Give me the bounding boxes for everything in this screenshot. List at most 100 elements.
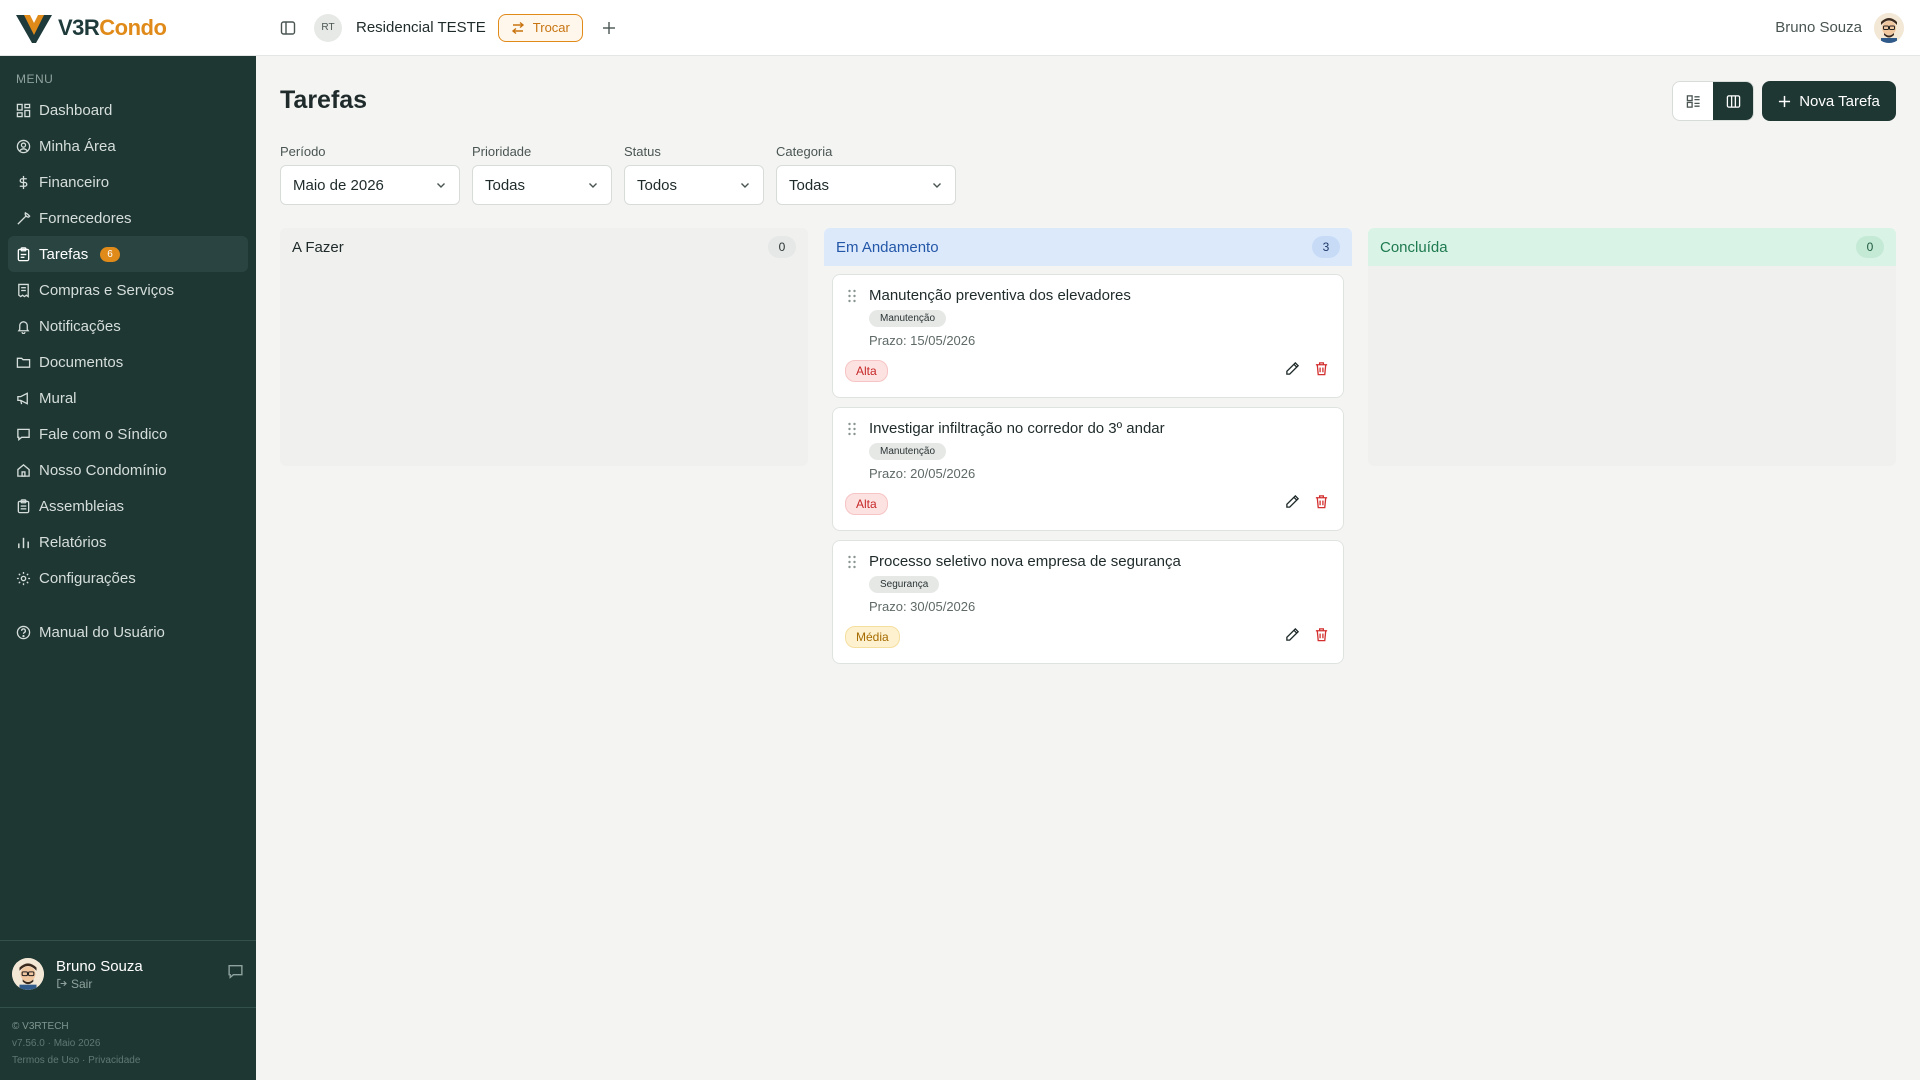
- status-filter: Status Todos: [624, 144, 764, 205]
- menu-title: MENU: [16, 72, 54, 86]
- task-card[interactable]: Investigar infiltração no corredor do 3º…: [832, 407, 1344, 531]
- user-avatar[interactable]: [1874, 12, 1904, 43]
- kanban-column-done: Concluída 0: [1368, 228, 1896, 466]
- kanban-view-button[interactable]: [1713, 82, 1753, 120]
- nav-spacer: [0, 596, 256, 614]
- sidebar-item-label: Assembleias: [39, 497, 125, 515]
- app-logo[interactable]: V3RCondo: [0, 0, 256, 56]
- list-view-button[interactable]: [1673, 82, 1713, 120]
- sidebar-item-label: Relatórios: [39, 533, 107, 551]
- user-circle-icon: [16, 139, 31, 153]
- message-icon: [228, 964, 243, 979]
- period-select[interactable]: Maio de 2026: [280, 165, 460, 205]
- edit-task-button[interactable]: [1285, 494, 1300, 509]
- sidebar-item-label: Tarefas: [39, 245, 89, 263]
- sidebar-chat-button[interactable]: [227, 963, 244, 985]
- logo-text-part2: Condo: [99, 14, 167, 40]
- filters-bar: Período Maio de 2026 Prioridade Todas St…: [280, 144, 956, 205]
- status-select[interactable]: Todos: [624, 165, 764, 205]
- delete-task-button[interactable]: [1314, 494, 1329, 509]
- sidebar-item-minha-area[interactable]: Minha Área: [8, 128, 248, 164]
- sidebar-item-manual[interactable]: Manual do Usuário: [8, 614, 248, 650]
- sidebar-item-fale-sindico[interactable]: Fale com o Síndico: [8, 416, 248, 452]
- new-task-label: Nova Tarefa: [1799, 92, 1880, 110]
- drag-handle-icon[interactable]: [847, 289, 857, 308]
- bell-icon: [17, 320, 30, 334]
- kanban-column-in-progress: Em Andamento 3 Manutenção preventiva dos…: [824, 228, 1352, 672]
- column-dropzone[interactable]: Manutenção preventiva dos elevadores Man…: [824, 266, 1352, 672]
- sidebar-user-panel: Bruno Souza Sair: [0, 940, 256, 1008]
- header-user-name[interactable]: Bruno Souza: [1775, 19, 1862, 36]
- drag-handle-icon[interactable]: [847, 555, 857, 574]
- help-circle-icon: [16, 625, 31, 639]
- task-actions: [1285, 361, 1329, 376]
- priority-select[interactable]: Todas: [472, 165, 612, 205]
- sidebar-panel-icon: [280, 20, 296, 35]
- sidebar-item-configuracoes[interactable]: Configurações: [8, 560, 248, 596]
- condo-name: Residencial TESTE: [356, 19, 486, 36]
- grip-dots-icon: [848, 555, 856, 569]
- sidebar-footer: © V3RTECH v7.56.0 · Maio 2026 Termos de …: [12, 1018, 140, 1069]
- edit-task-button[interactable]: [1285, 361, 1300, 376]
- task-deadline: Prazo: 30/05/2026: [869, 599, 976, 614]
- delete-task-button[interactable]: [1314, 361, 1329, 376]
- sidebar-item-dashboard[interactable]: Dashboard: [8, 92, 248, 128]
- sidebar-item-fornecedores[interactable]: Fornecedores: [8, 200, 248, 236]
- task-card[interactable]: Manutenção preventiva dos elevadores Man…: [832, 274, 1344, 398]
- drag-handle-icon[interactable]: [847, 422, 857, 441]
- switch-condo-button[interactable]: Trocar: [497, 13, 583, 42]
- gear-icon: [16, 571, 31, 585]
- sidebar-item-label: Documentos: [39, 353, 124, 371]
- dollar-icon: [19, 175, 28, 189]
- plus-icon: [1779, 95, 1791, 107]
- status-select-value: Todos: [637, 176, 678, 194]
- pencil-icon: [1286, 494, 1300, 508]
- sidebar-item-mural[interactable]: Mural: [8, 380, 248, 416]
- task-actions: [1285, 627, 1329, 642]
- pencil-icon: [1286, 627, 1300, 641]
- edit-task-button[interactable]: [1285, 627, 1300, 642]
- toggle-sidebar-button[interactable]: [274, 14, 302, 42]
- column-dropzone[interactable]: [280, 266, 808, 466]
- priority-filter: Prioridade Todas: [472, 144, 612, 205]
- sidebar-item-documentos[interactable]: Documentos: [8, 344, 248, 380]
- status-filter-label: Status: [624, 144, 661, 159]
- sidebar-item-compras[interactable]: Compras e Serviços: [8, 272, 248, 308]
- tasks-count-badge: 6: [100, 246, 120, 262]
- new-task-button[interactable]: Nova Tarefa: [1762, 81, 1896, 121]
- swap-arrows-icon: [511, 21, 524, 34]
- legal-links: Termos de Uso · Privacidade: [12, 1052, 140, 1069]
- trash-icon: [1315, 362, 1328, 376]
- condo-avatar: RT: [314, 13, 342, 42]
- avatar-face-icon: [12, 958, 44, 990]
- grip-dots-icon: [848, 289, 856, 303]
- column-header: A Fazer 0: [280, 228, 808, 266]
- sidebar-item-tarefas[interactable]: Tarefas 6: [8, 236, 248, 272]
- task-card[interactable]: Processo seletivo nova empresa de segura…: [832, 540, 1344, 664]
- category-select[interactable]: Todas: [776, 165, 956, 205]
- delete-task-button[interactable]: [1314, 627, 1329, 642]
- kanban-view-icon: [1726, 94, 1740, 108]
- clipboard-list-icon: [17, 498, 30, 513]
- column-title: Concluída: [1380, 238, 1448, 256]
- sidebar-item-relatorios[interactable]: Relatórios: [8, 524, 248, 560]
- column-header: Em Andamento 3: [824, 228, 1352, 266]
- sidebar-user-avatar[interactable]: [12, 958, 44, 990]
- column-dropzone[interactable]: [1368, 266, 1896, 466]
- task-priority-badge: Alta: [845, 493, 888, 515]
- sidebar-item-financeiro[interactable]: Financeiro: [8, 164, 248, 200]
- category-select-value: Todas: [789, 176, 830, 194]
- logout-label: Sair: [71, 976, 93, 991]
- priority-filter-label: Prioridade: [472, 144, 532, 159]
- column-count: 0: [1856, 236, 1884, 258]
- view-toggle: [1672, 81, 1754, 121]
- sidebar-item-assembleias[interactable]: Assembleias: [8, 488, 248, 524]
- bar-chart-icon: [18, 537, 29, 548]
- logout-button[interactable]: Sair: [56, 977, 143, 991]
- sidebar-item-notificacoes[interactable]: Notificações: [8, 308, 248, 344]
- privacy-link[interactable]: Privacidade: [88, 1055, 140, 1066]
- terms-link[interactable]: Termos de Uso: [12, 1055, 79, 1066]
- sidebar-item-nosso-condominio[interactable]: Nosso Condomínio: [8, 452, 248, 488]
- list-view-icon: [1686, 94, 1700, 108]
- add-condo-button[interactable]: [595, 14, 623, 42]
